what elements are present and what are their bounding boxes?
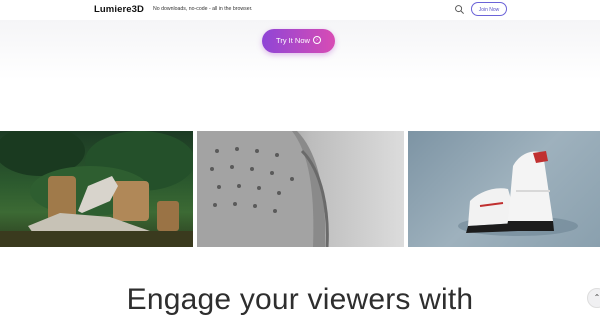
join-now-button[interactable]: Join Now [471, 2, 507, 16]
high-tops-illustration [458, 151, 578, 236]
top-navbar: Lumiere3D No downloads, no-code - all in… [0, 0, 600, 21]
logo[interactable]: Lumiere3D [94, 4, 144, 15]
section-heading: Engage your viewers with [126, 283, 474, 316]
sneaker-stumps-illustration [0, 131, 193, 247]
gallery-image-sneaker-stumps [0, 131, 193, 247]
try-it-now-button[interactable]: Try It Now › [262, 29, 335, 53]
search-icon[interactable] [454, 4, 465, 15]
chevron-up-icon[interactable]: ⌃ [587, 288, 600, 308]
tagline: No downloads, no-code - all in the brows… [153, 6, 253, 12]
cta-label: Try It Now [276, 36, 310, 45]
arrow-circle-right-icon: › [312, 36, 321, 45]
sneaker-closeup-illustration [197, 131, 329, 247]
gallery-image-high-tops [408, 131, 600, 247]
gallery-image-sneaker-closeup [197, 131, 404, 247]
